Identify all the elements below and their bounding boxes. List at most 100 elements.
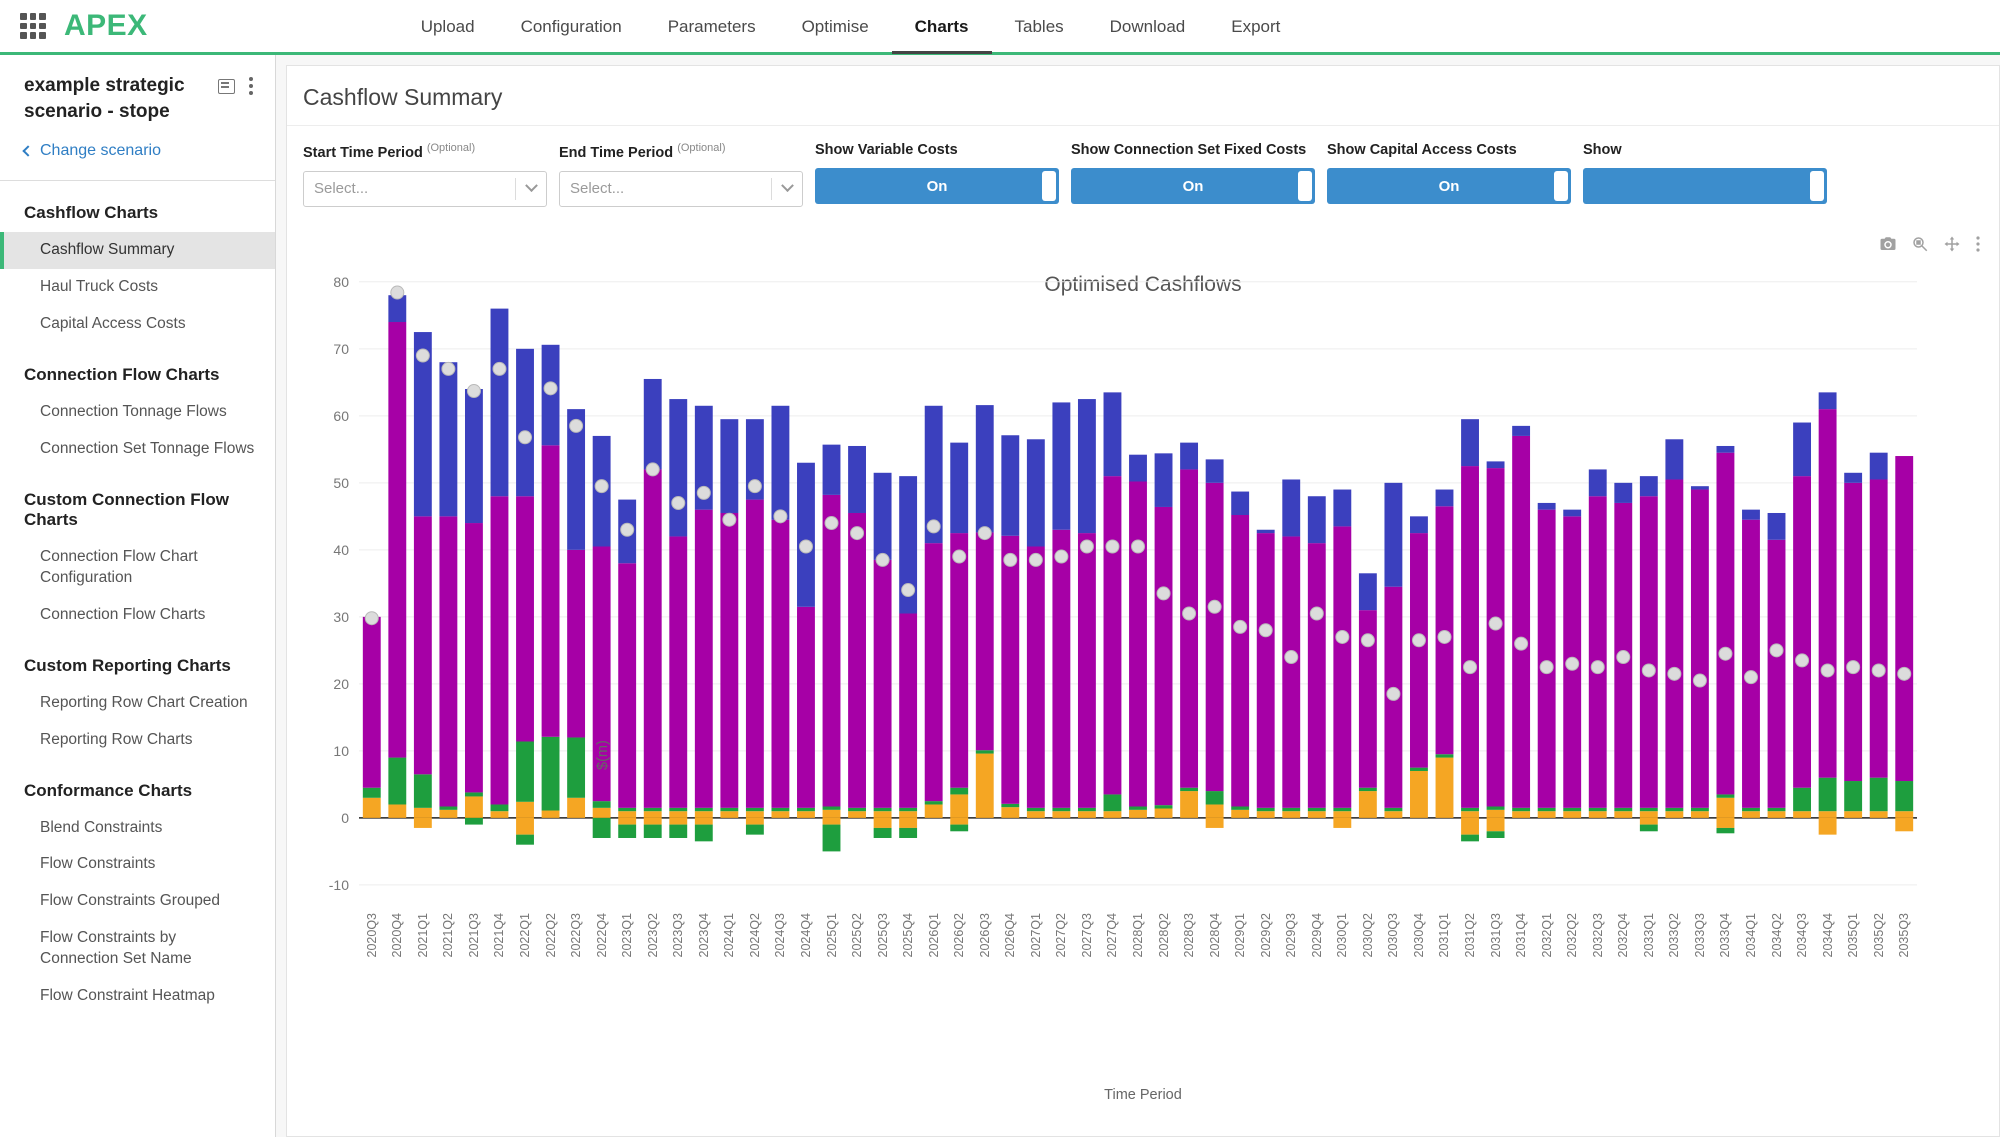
x-tick: 2024Q1	[722, 912, 737, 958]
filter-label: Show Connection Set Fixed Costs	[1071, 142, 1315, 158]
toggle-knob[interactable]	[1042, 171, 1056, 201]
nav-item-upload[interactable]: Upload	[398, 0, 498, 54]
sidebar-item-connection-tonnage-flows[interactable]: Connection Tonnage Flows	[0, 394, 275, 431]
sidebar-group-title: Custom Connection Flow Charts	[24, 489, 229, 529]
sidebar-item-flow-constraints[interactable]: Flow Constraints	[0, 846, 275, 883]
sidebar-item-haul-truck-costs[interactable]: Haul Truck Costs	[0, 269, 275, 306]
x-tick: 2033Q1	[1641, 912, 1656, 958]
page-title: Cashflow Summary	[287, 66, 1999, 126]
x-tick: 2030Q1	[1335, 912, 1350, 958]
select-value: Select...	[314, 180, 369, 198]
sidebar-item-connection-flow-chart-configuration[interactable]: Connection Flow Chart Configuration	[0, 539, 275, 597]
filter-label: Start Time Period (Optional)	[303, 142, 547, 161]
svg-text:50: 50	[333, 475, 349, 491]
filter-label: End Time Period (Optional)	[559, 142, 803, 161]
show-truncated-toggle[interactable]	[1583, 168, 1827, 204]
filter-label-text: Show Capital Access Costs	[1327, 142, 1517, 158]
chevron-down-icon[interactable]	[772, 179, 802, 193]
show-variable-costs-toggle[interactable]: On	[815, 168, 1059, 204]
toggle-state-label: On	[926, 177, 948, 195]
end-time-period-select[interactable]: Select...	[559, 170, 803, 207]
sidebar-item-connection-flow-charts[interactable]: Connection Flow Charts	[0, 597, 275, 634]
x-tick: 2030Q2	[1360, 912, 1375, 958]
x-tick: 2033Q2	[1667, 912, 1682, 958]
sidebar-item-reporting-row-chart-creation[interactable]: Reporting Row Chart Creation	[0, 685, 275, 722]
sidebar-item-blend-constraints[interactable]: Blend Constraints	[0, 810, 275, 847]
plot-area: Optimised Cashflows -10 0 10 20 30 40 50 60 70 80…	[287, 225, 1999, 1105]
main-nav: Upload Configuration Parameters Optimise Cha…	[398, 0, 1304, 54]
x-tick: 2030Q4	[1411, 912, 1426, 958]
nav-item-optimise[interactable]: Optimise	[779, 0, 892, 54]
x-tick: 2025Q1	[824, 912, 839, 958]
x-tick: 2031Q2	[1463, 912, 1478, 958]
filter-bar: Start Time Period (Optional) Select... End…	[287, 126, 1999, 225]
svg-text:10: 10	[333, 743, 349, 759]
sidebar-item-cashflow-summary[interactable]: Cashflow Summary	[0, 232, 275, 270]
x-tick: 2035Q1	[1846, 912, 1861, 958]
sidebar-group-title: Custom Reporting Charts	[24, 655, 231, 675]
x-tick: 2029Q2	[1258, 912, 1273, 958]
x-tick: 2025Q3	[875, 912, 890, 958]
sidebar-item-flow-constraints-by-connection-set-name[interactable]: Flow Constraints by Connection Set Name	[0, 920, 275, 978]
nav-item-tables[interactable]: Tables	[992, 0, 1087, 54]
select-value: Select...	[570, 180, 625, 198]
toggle-knob[interactable]	[1298, 171, 1312, 201]
sidebar-nav: Cashflow Charts Cashflow Summary Haul Truc…	[0, 181, 275, 1015]
sidebar-item-connection-set-tonnage-flows[interactable]: Connection Set Tonnage Flows	[0, 431, 275, 468]
sidebar-item-flow-constraint-heatmap[interactable]: Flow Constraint Heatmap	[0, 978, 275, 1015]
more-options-icon[interactable]	[249, 77, 253, 95]
nav-item-export[interactable]: Export	[1208, 0, 1303, 54]
chart-canvas[interactable]: -10 0 10 20 30 40 50 60 70 80 2020Q3 2020Q4 2021Q1 20…	[287, 225, 1999, 1105]
change-scenario-label: Change scenario	[40, 142, 161, 160]
y-axis-label: $(m)	[595, 740, 611, 770]
start-time-period-select-wrapper: Start Time Period (Optional) Select...	[303, 142, 547, 207]
x-tick: 2029Q4	[1309, 912, 1324, 958]
show-connection-set-fixed-costs-toggle[interactable]: On	[1071, 168, 1315, 204]
svg-text:80: 80	[333, 274, 349, 290]
x-tick: 2025Q4	[901, 912, 916, 958]
x-tick: 2022Q4	[594, 912, 609, 958]
x-tick: 2028Q3	[1182, 912, 1197, 958]
app-grid-icon[interactable]	[20, 13, 46, 39]
chart-card: Cashflow Summary Start Time Period (Opti…	[286, 65, 2000, 1137]
x-tick: 2022Q3	[569, 912, 584, 958]
x-axis-label: Time Period	[1104, 1086, 1182, 1103]
x-tick: 2035Q3	[1897, 912, 1912, 958]
svg-text:70: 70	[333, 341, 349, 357]
x-tick: 2022Q2	[543, 912, 558, 958]
x-tick: 2031Q4	[1514, 912, 1529, 958]
toggle-knob[interactable]	[1554, 171, 1568, 201]
start-time-period-select[interactable]: Select...	[303, 170, 547, 207]
note-icon[interactable]	[218, 78, 235, 94]
x-tick: 2031Q1	[1437, 912, 1452, 958]
x-tick: 2028Q1	[1131, 912, 1145, 958]
nav-item-download[interactable]: Download	[1087, 0, 1209, 54]
x-tick: 2028Q4	[1207, 912, 1222, 958]
chevron-left-icon	[22, 145, 34, 157]
show-variable-costs-toggle-wrapper: Show Variable Costs On	[815, 142, 1059, 204]
x-tick: 2023Q2	[645, 912, 660, 958]
toggle-state-label: On	[1438, 177, 1460, 195]
sidebar-item-capital-access-costs[interactable]: Capital Access Costs	[0, 306, 275, 343]
top-navigation-bar: APEX Upload Configuration Parameters Optimi…	[0, 0, 2000, 55]
x-tick: 2032Q3	[1590, 912, 1605, 958]
nav-item-charts[interactable]: Charts	[891, 0, 992, 54]
x-tick: 2026Q2	[952, 912, 967, 958]
show-capital-access-costs-toggle[interactable]: On	[1327, 168, 1571, 204]
sidebar-item-flow-constraints-grouped[interactable]: Flow Constraints Grouped	[0, 883, 275, 920]
toggle-knob[interactable]	[1810, 171, 1824, 201]
svg-text:40: 40	[333, 542, 349, 558]
x-tick: 2023Q3	[671, 912, 686, 958]
x-tick: 2024Q4	[798, 912, 813, 958]
filter-label-text: Show Variable Costs	[815, 142, 958, 158]
change-scenario-link[interactable]: Change scenario	[22, 142, 253, 160]
x-tick: 2033Q3	[1692, 912, 1707, 958]
nav-item-configuration[interactable]: Configuration	[498, 0, 645, 54]
x-tick: 2020Q4	[390, 912, 405, 958]
x-tick: 2028Q2	[1156, 912, 1171, 958]
nav-item-parameters[interactable]: Parameters	[645, 0, 779, 54]
optional-tag: (Optional)	[677, 142, 726, 154]
sidebar-item-reporting-row-charts[interactable]: Reporting Row Charts	[0, 722, 275, 759]
x-tick: 2032Q1	[1539, 912, 1554, 958]
chevron-down-icon[interactable]	[516, 179, 546, 193]
